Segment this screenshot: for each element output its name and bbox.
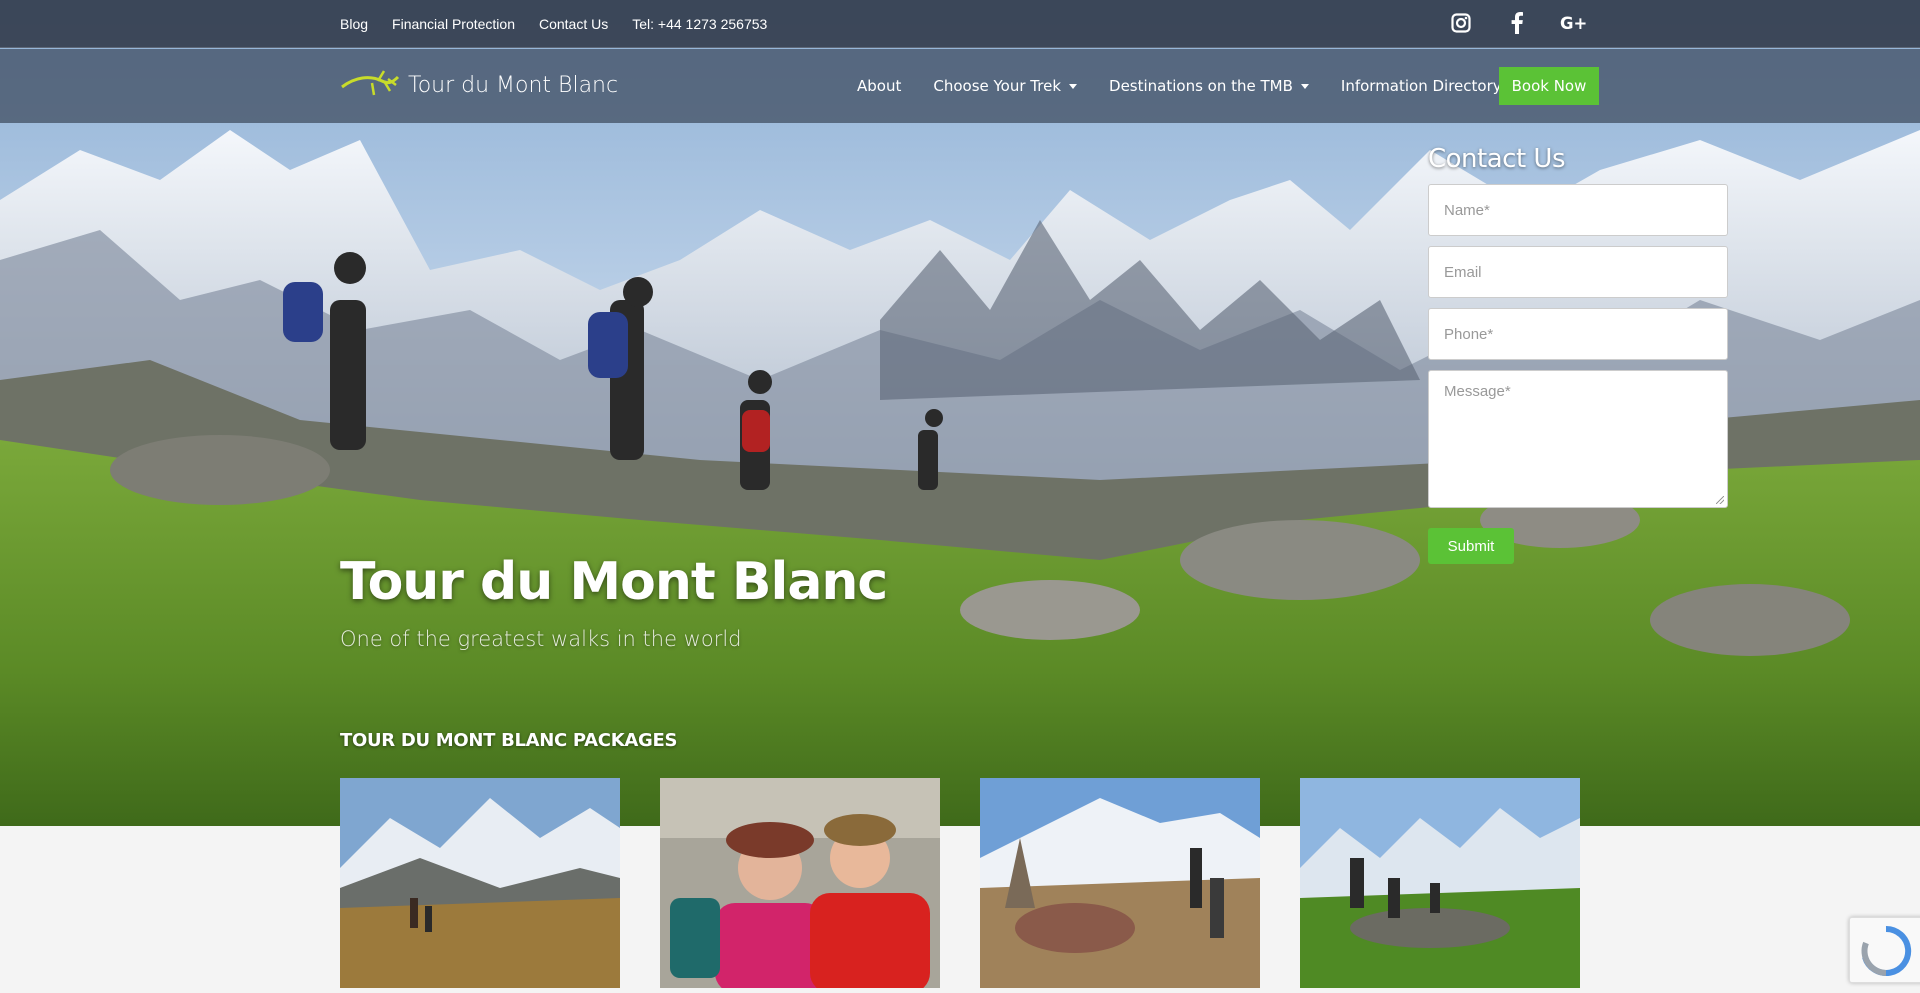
package-card[interactable] <box>660 778 940 988</box>
email-field[interactable]: Email <box>1428 246 1728 298</box>
submit-button[interactable]: Submit <box>1428 528 1514 564</box>
top-link-blog[interactable]: Blog <box>340 16 368 32</box>
message-field[interactable]: Message* <box>1428 370 1728 508</box>
phone-field[interactable]: Phone* <box>1428 308 1728 360</box>
hero-subtitle: One of the greatest walks in the world <box>340 627 742 651</box>
packages-title: TOUR DU MONT BLANC PACKAGES <box>340 730 678 751</box>
package-card[interactable] <box>980 778 1260 988</box>
lizard-logo-icon <box>341 70 400 96</box>
caret-down-icon <box>1300 83 1309 89</box>
nav-item-destinations[interactable]: Destinations on the TMB <box>1093 77 1325 95</box>
recaptcha-icon <box>1861 925 1912 976</box>
package-card[interactable] <box>1300 778 1580 988</box>
package-card[interactable] <box>340 778 620 988</box>
recaptcha-badge[interactable] <box>1849 917 1920 983</box>
book-now-button[interactable]: Book Now <box>1499 67 1599 105</box>
name-field[interactable]: Name* <box>1428 184 1728 236</box>
hero-title: Tour du Mont Blanc <box>340 552 888 612</box>
nav-item-about[interactable]: About <box>841 77 917 95</box>
svg-text:G+: G+ <box>1560 14 1586 33</box>
nav-item-label: About <box>857 77 902 95</box>
nav-menu: About Choose Your Trek Destinations on t… <box>841 67 1534 105</box>
instagram-icon[interactable] <box>1448 10 1474 36</box>
google-plus-icon[interactable]: G+ <box>1560 10 1586 36</box>
top-link-telephone[interactable]: Tel: +44 1273 256753 <box>632 16 767 32</box>
top-links: Blog Financial Protection Contact Us Tel… <box>340 0 767 48</box>
top-link-contact-us[interactable]: Contact Us <box>539 16 608 32</box>
caret-down-icon <box>1069 83 1078 89</box>
package-cards <box>340 778 1580 988</box>
facebook-icon[interactable] <box>1504 10 1530 36</box>
top-link-financial-protection[interactable]: Financial Protection <box>392 16 515 32</box>
contact-form: Contact Us Name* Email Phone* Message* S… <box>1428 144 1728 564</box>
social-links: G+ <box>1448 10 1586 36</box>
top-bar: Blog Financial Protection Contact Us Tel… <box>0 0 1920 48</box>
nav-item-choose-your-trek[interactable]: Choose Your Trek <box>917 77 1093 95</box>
brand[interactable]: Tour du Mont Blanc <box>340 67 618 103</box>
brand-name: Tour du Mont Blanc <box>408 72 619 98</box>
main-nav: Tour du Mont Blanc About Choose Your Tre… <box>0 49 1920 123</box>
nav-item-label: Choose Your Trek <box>933 77 1062 95</box>
nav-item-label: Information Directory <box>1340 77 1502 95</box>
contact-title: Contact Us <box>1428 144 1566 174</box>
nav-item-label: Destinations on the TMB <box>1109 77 1293 95</box>
